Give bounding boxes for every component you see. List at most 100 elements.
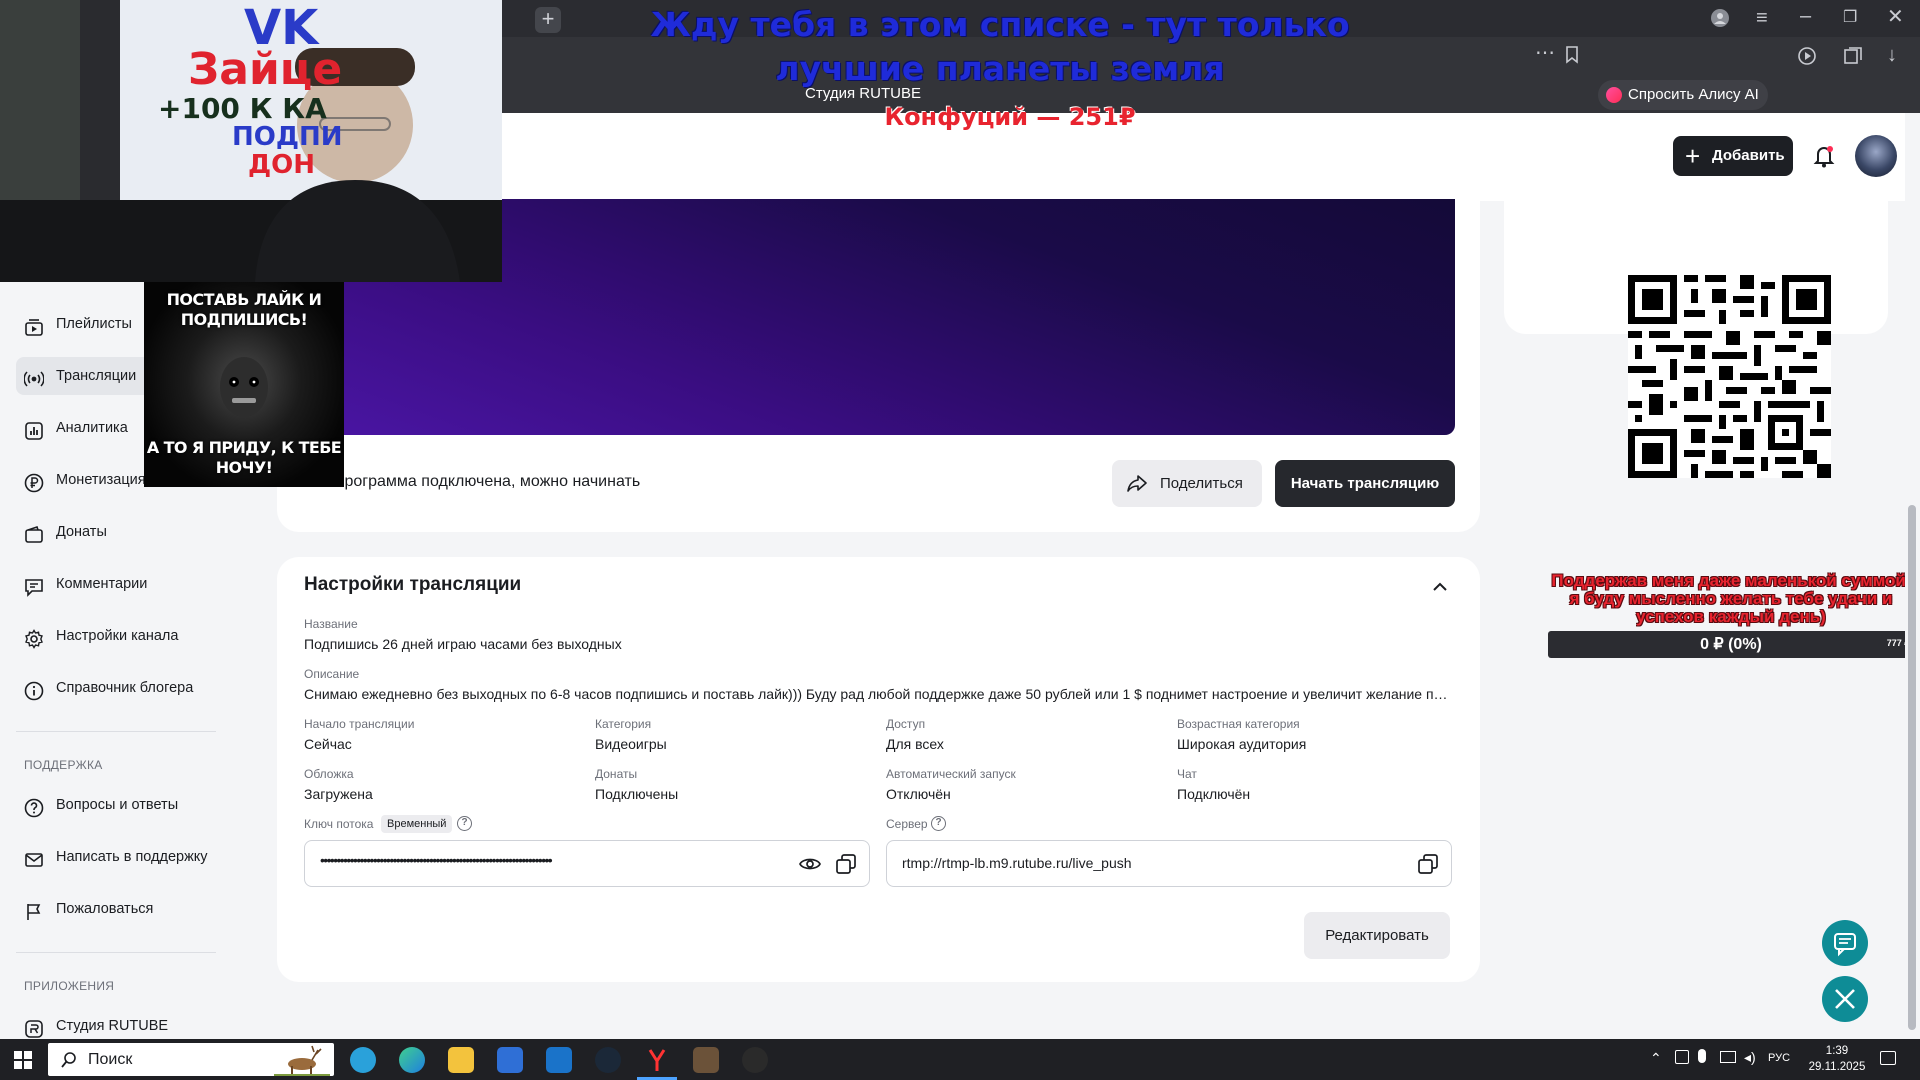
banner-line: ПОДПИ bbox=[232, 122, 343, 152]
scrollbar-thumb[interactable] bbox=[1908, 505, 1916, 1030]
sidebar-item-contact-support[interactable]: Написать в поддержку bbox=[16, 838, 216, 876]
sidebar-item-report[interactable]: Пожаловаться bbox=[16, 890, 216, 928]
obs-icon[interactable] bbox=[742, 1047, 768, 1073]
yandex-browser-icon[interactable] bbox=[644, 1047, 670, 1073]
volume-icon[interactable]: ◂) bbox=[1744, 1049, 1756, 1066]
broadcast-icon bbox=[23, 366, 45, 387]
start-time-value: Сейчас bbox=[304, 736, 352, 752]
close-window-icon[interactable]: ✕ bbox=[1887, 7, 1904, 27]
edge-icon[interactable] bbox=[399, 1047, 425, 1073]
downloads-icon[interactable]: ↓ bbox=[1887, 45, 1897, 65]
copy-server-icon[interactable] bbox=[1416, 852, 1440, 876]
meme-bottom-text: А ТО Я ПРИДУ, К ТЕБЕ НОЧУ! bbox=[146, 438, 342, 477]
apps-section-title: ПРИЛОЖЕНИЯ bbox=[24, 979, 115, 993]
windows-start-icon[interactable] bbox=[14, 1051, 32, 1074]
clock[interactable]: 1:39 29.11.2025 bbox=[1802, 1043, 1872, 1075]
flag-icon bbox=[24, 899, 44, 920]
qr-code bbox=[1628, 275, 1831, 478]
name-value: Подпишись 26 дней играю часами без выход… bbox=[304, 636, 622, 652]
edit-button[interactable]: Редактировать bbox=[1304, 912, 1450, 959]
new-tab-button[interactable]: + bbox=[535, 7, 561, 33]
sidebar-item-channel-settings[interactable]: Настройки канала bbox=[16, 617, 216, 655]
temporary-badge: Временный bbox=[381, 815, 453, 833]
stream-key-field[interactable]: ••••••••••••••••••••••••••••••••••••••••… bbox=[304, 840, 870, 887]
overlay-title: Жду тебя в этом списке - тут только лучш… bbox=[650, 5, 1350, 88]
menu-icon[interactable]: ≡ bbox=[1756, 8, 1768, 28]
settings-title: Настройки трансляции bbox=[304, 574, 522, 595]
store-icon[interactable] bbox=[497, 1047, 523, 1073]
clock-time: 1:39 bbox=[1825, 1045, 1849, 1057]
last-donor: Конфуций — 251₽ bbox=[884, 103, 1136, 131]
profile-icon[interactable] bbox=[1710, 8, 1730, 32]
avatar[interactable] bbox=[1855, 135, 1897, 177]
minimize-icon[interactable]: – bbox=[1800, 6, 1811, 26]
taskbar: Поиск ⌃ ◂) РУС 1:39 29.11.2025 bbox=[0, 1039, 1920, 1080]
ruble-icon bbox=[24, 470, 44, 493]
sidebar-item-faq[interactable]: Вопросы и ответы bbox=[16, 786, 216, 824]
copy-key-icon[interactable] bbox=[834, 852, 858, 876]
sidebar-item-donations[interactable]: Донаты bbox=[16, 513, 216, 551]
eye-icon[interactable] bbox=[798, 852, 822, 876]
name-label: Название bbox=[304, 617, 358, 631]
search-placeholder: Поиск bbox=[88, 1051, 133, 1068]
restore-icon[interactable]: ❐ bbox=[1843, 8, 1857, 28]
sidebar-item-label: Вопросы и ответы bbox=[56, 797, 179, 813]
server-help-icon[interactable]: ? bbox=[931, 816, 946, 831]
chevron-up-icon[interactable] bbox=[1428, 575, 1452, 599]
telegram-icon[interactable] bbox=[350, 1047, 376, 1073]
sidebar-item-label: Пожаловаться bbox=[56, 901, 154, 917]
notifications-bell-icon[interactable] bbox=[1810, 142, 1838, 170]
question-icon bbox=[24, 795, 44, 818]
steam-icon[interactable] bbox=[595, 1047, 621, 1073]
sidebar-item-label: Трансляции bbox=[56, 368, 137, 384]
video-icon[interactable] bbox=[1798, 47, 1818, 69]
sidebar-item-creator-guide[interactable]: Справочник блогера bbox=[16, 669, 216, 707]
server-field[interactable]: rtmp://rtmp-lb.m9.rutube.ru/live_push bbox=[886, 840, 1452, 887]
stream-key-label: Ключ потока bbox=[304, 817, 374, 831]
donations-label: Донаты bbox=[595, 767, 638, 781]
file-explorer-icon[interactable] bbox=[448, 1047, 474, 1073]
chat-fab[interactable] bbox=[1822, 920, 1868, 966]
more-icon[interactable]: ⋯ bbox=[1535, 43, 1555, 63]
tray-network-icon[interactable] bbox=[1675, 1050, 1689, 1064]
server-value: rtmp://rtmp-lb.m9.rutube.ru/live_push bbox=[902, 855, 1132, 871]
collections-icon[interactable] bbox=[1843, 47, 1863, 69]
sidebar-item-label: Написать в поддержку bbox=[56, 849, 208, 865]
age-rating-value: Широкая аудитория bbox=[1177, 736, 1307, 752]
start-stream-button[interactable]: Начать трансляцию bbox=[1275, 460, 1455, 507]
monitor-icon[interactable] bbox=[1720, 1051, 1736, 1063]
chat-value: Подключён bbox=[1177, 786, 1251, 802]
meme-top-text: ПОСТАВЬ ЛАЙК И ПОДПИШИСЬ! bbox=[166, 290, 322, 329]
start-time-label: Начало трансляции bbox=[304, 717, 415, 731]
comment-icon bbox=[24, 574, 44, 597]
share-button[interactable]: Поделиться bbox=[1112, 460, 1262, 507]
notifications-icon[interactable] bbox=[1880, 1051, 1896, 1065]
microphone-icon[interactable] bbox=[1698, 1049, 1706, 1063]
server-label: Сервер bbox=[886, 817, 928, 831]
category-value: Видеоигры bbox=[595, 736, 667, 752]
category-label: Категория bbox=[595, 717, 652, 731]
plus-icon: + bbox=[1685, 141, 1701, 171]
sidebar-item-label: Аналитика bbox=[56, 420, 128, 436]
tray-chevron-icon[interactable]: ⌃ bbox=[1650, 1050, 1662, 1067]
access-label: Доступ bbox=[886, 717, 926, 731]
info-icon bbox=[24, 678, 44, 701]
donations-value: Подключены bbox=[595, 786, 679, 802]
sidebar-item-comments[interactable]: Комментарии bbox=[16, 565, 216, 603]
outlook-icon[interactable] bbox=[546, 1047, 572, 1073]
taskbar-search[interactable]: Поиск bbox=[48, 1043, 334, 1076]
search-icon bbox=[61, 1052, 76, 1068]
chat-label: Чат bbox=[1177, 767, 1197, 781]
meme-overlay: ПОСТАВЬ ЛАЙК И ПОДПИШИСЬ! А ТО Я ПРИДУ, … bbox=[144, 282, 344, 487]
language-indicator[interactable]: РУС bbox=[1768, 1052, 1790, 1064]
ask-alice-button[interactable]: Спросить Алису AI bbox=[1598, 80, 1768, 110]
game-app-icon[interactable] bbox=[693, 1047, 719, 1073]
key-help-icon[interactable]: ? bbox=[457, 816, 472, 831]
playlist-icon bbox=[24, 314, 44, 336]
close-fab[interactable] bbox=[1822, 976, 1868, 1022]
bookmark-icon[interactable] bbox=[1565, 46, 1579, 68]
sidebar-item-label: Студия RUTUBE bbox=[56, 1018, 169, 1034]
add-button-label: Добавить bbox=[1712, 147, 1785, 164]
donation-goal-text: Поддержав меня даже маленькой суммой, я … bbox=[1551, 571, 1911, 626]
add-button[interactable]: + Добавить bbox=[1673, 136, 1793, 176]
